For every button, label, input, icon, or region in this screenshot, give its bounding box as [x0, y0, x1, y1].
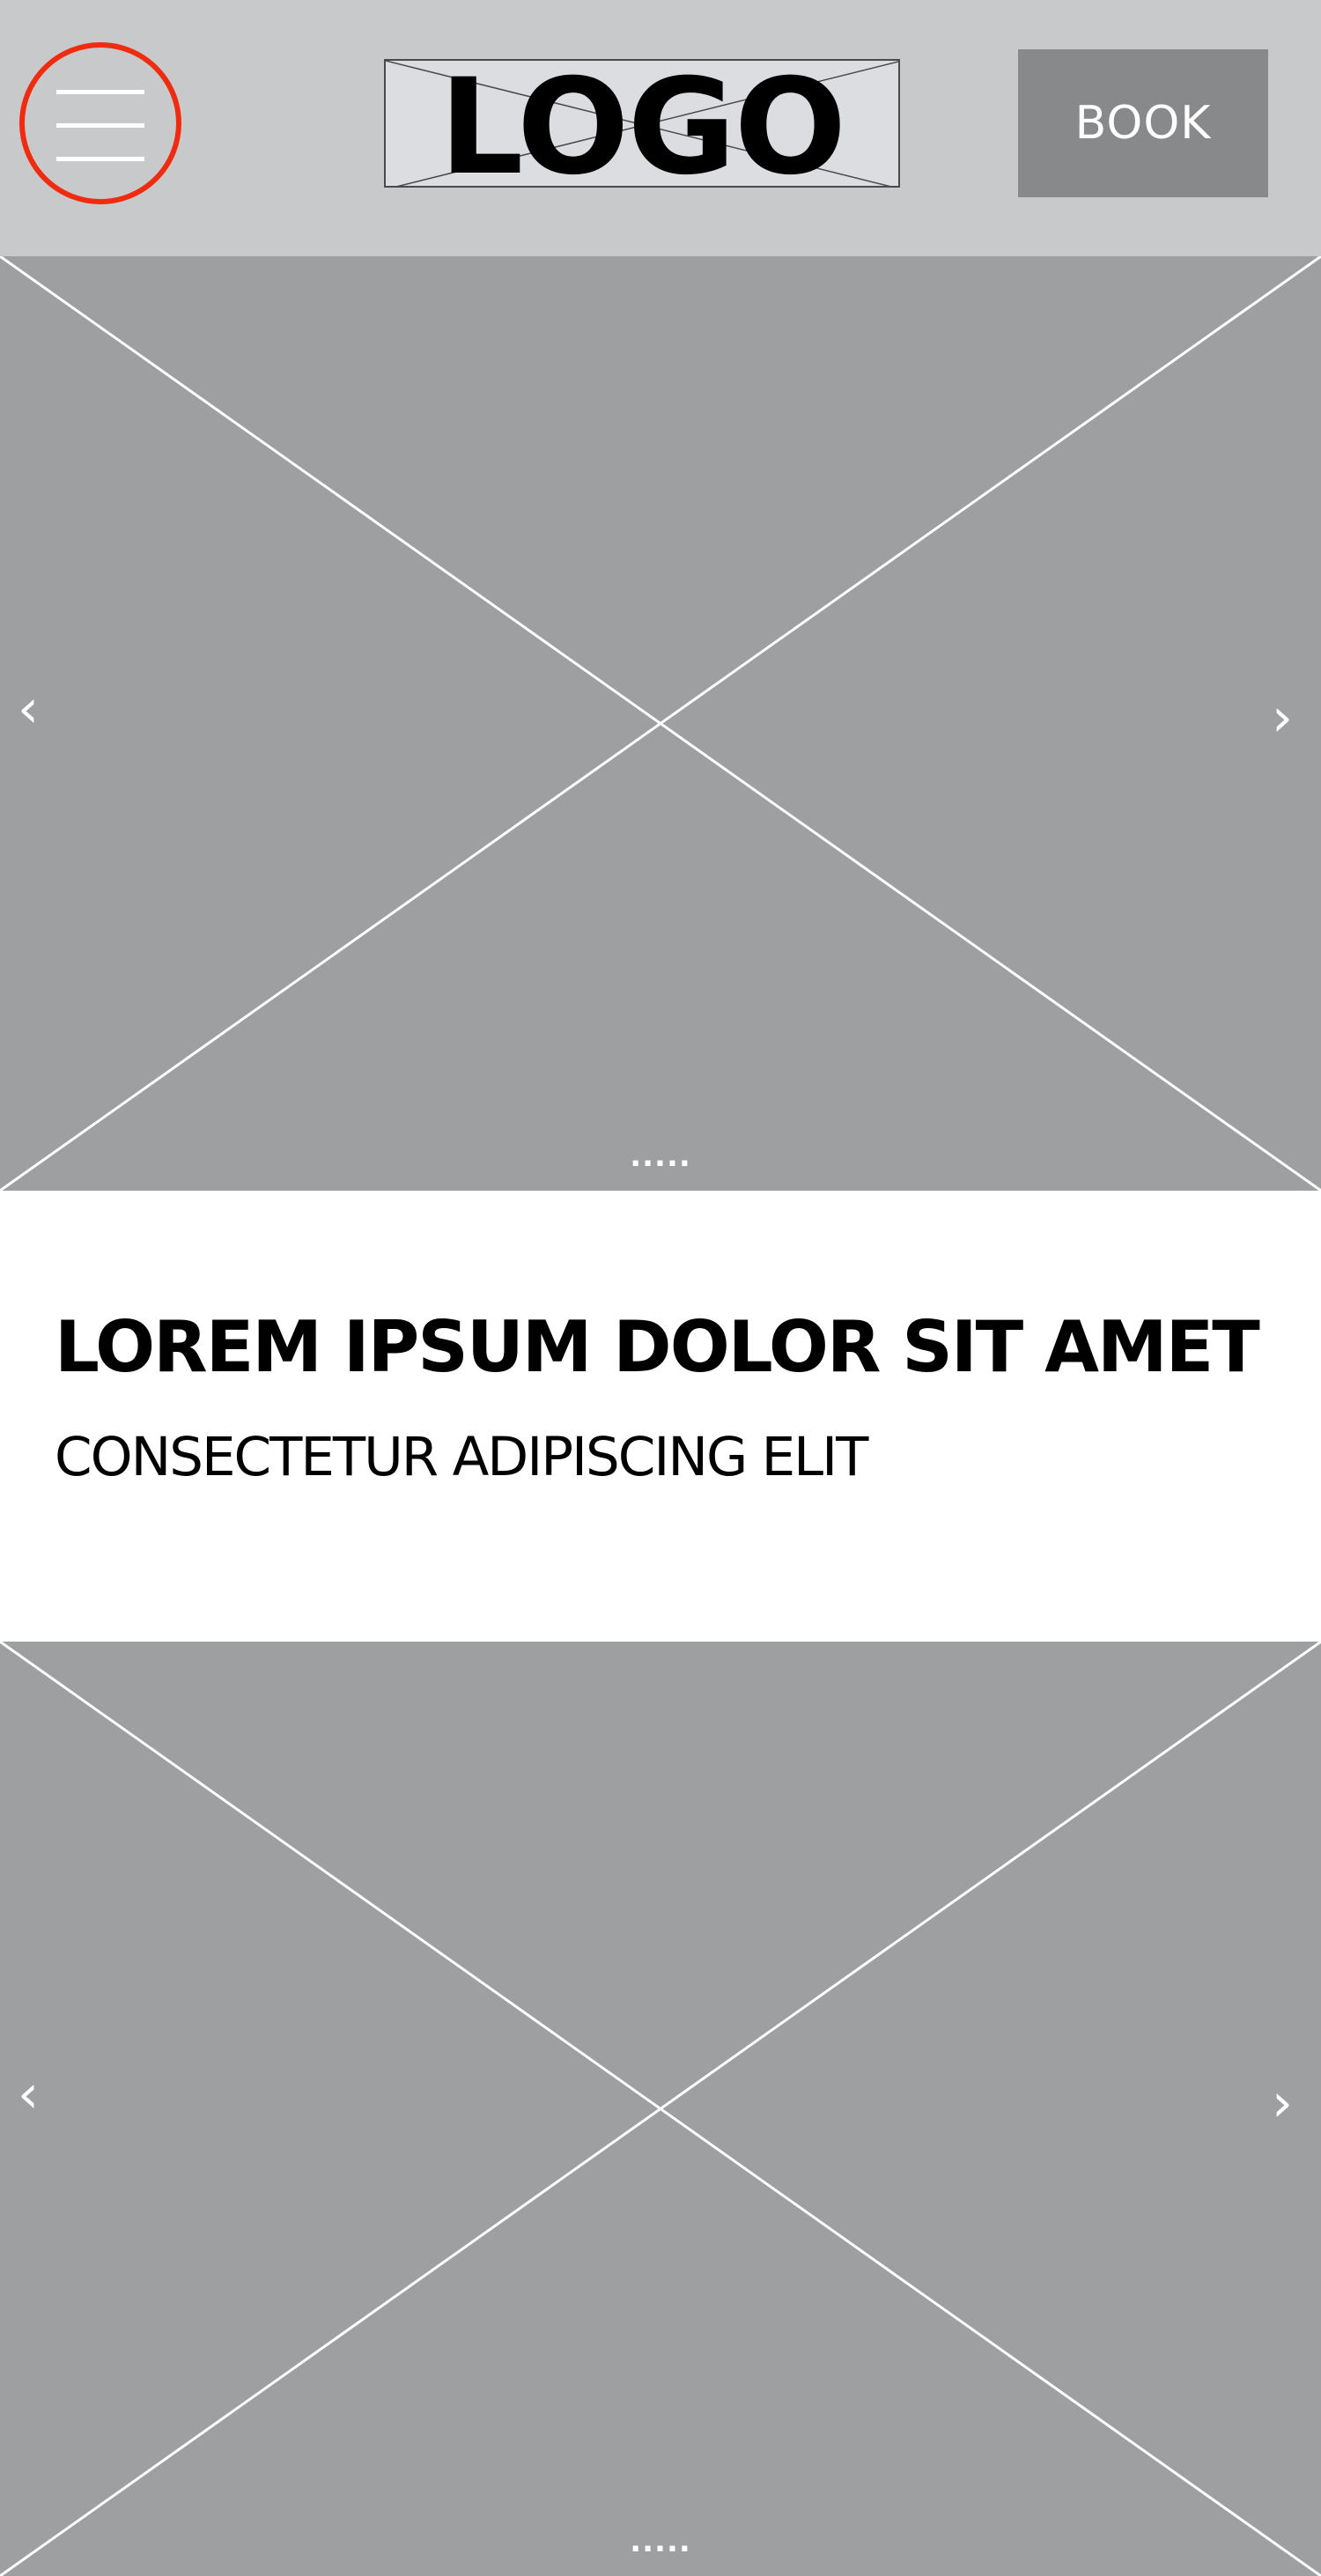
image-placeholder-icon — [0, 1642, 1321, 2576]
image-placeholder-icon — [0, 256, 1321, 1191]
carousel-prev-arrow[interactable]: ‹ — [18, 2068, 39, 2121]
headline: LOREM IPSUM DOLOR SIT AMET — [55, 1306, 1260, 1388]
carousel-pagination-dots[interactable]: ..... — [0, 1141, 1321, 1171]
logo-text: LOGO — [439, 59, 846, 188]
menu-button[interactable] — [19, 42, 181, 204]
carousel-pagination-dots[interactable]: ..... — [0, 2527, 1321, 2557]
site-header: LOGO BOOK — [0, 0, 1321, 256]
hero-image-carousel[interactable]: ‹ › ..... — [0, 256, 1321, 1191]
carousel-next-arrow[interactable]: › — [1272, 2077, 1293, 2129]
carousel-next-arrow[interactable]: › — [1272, 691, 1293, 744]
book-button[interactable]: BOOK — [1018, 49, 1268, 197]
carousel-prev-arrow[interactable]: ‹ — [18, 683, 39, 735]
subheadline: CONSECTETUR ADIPISCING ELIT — [55, 1426, 868, 1488]
secondary-image-carousel[interactable]: ‹ › ..... — [0, 1642, 1321, 2576]
intro-text-section: LOREM IPSUM DOLOR SIT AMET CONSECTETUR A… — [0, 1191, 1321, 1642]
logo[interactable]: LOGO — [384, 59, 900, 188]
